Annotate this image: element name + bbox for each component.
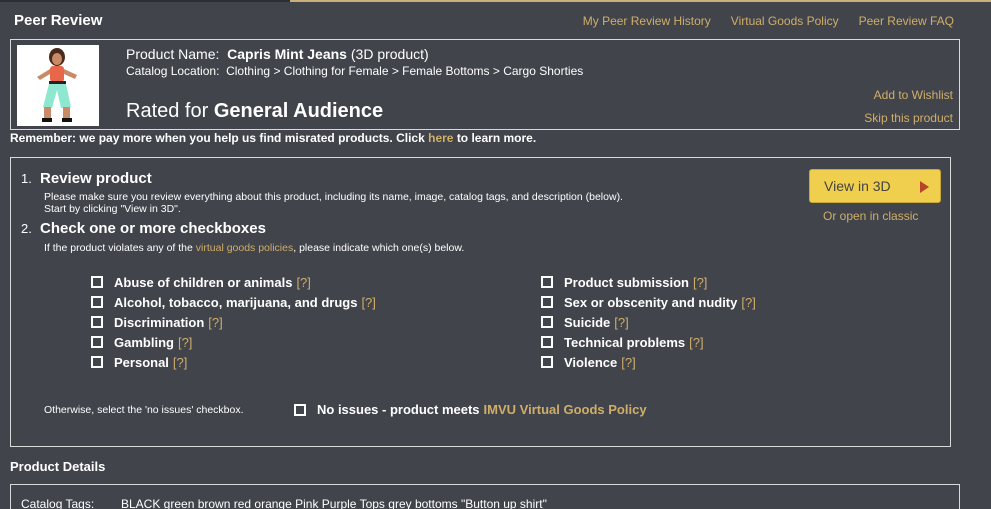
step1-desc-line2: Start by clicking "View in 3D". [44, 203, 181, 215]
sex-label: Sex or obscenity and nudity [564, 294, 738, 310]
step2-desc-before: If the product violates any of the [44, 242, 193, 254]
rated-prefix: Rated for [126, 100, 209, 122]
step1-title: Review product [40, 170, 152, 187]
catalog-tags-label: Catalog Tags: [21, 497, 95, 509]
add-to-wishlist-link[interactable]: Add to Wishlist [864, 84, 953, 107]
product-name-row: Product Name: Capris Mint Jeans (3D prod… [126, 46, 429, 62]
catalog-tags-value: BLACK green brown red orange Pink Purple… [121, 497, 547, 509]
step1-number: 1. [21, 171, 32, 186]
product-details-box: Catalog Tags: BLACK green brown red oran… [10, 484, 960, 509]
step1-description: Please make sure you review everything a… [44, 191, 764, 215]
view-in-3d-label: View in 3D [824, 178, 891, 194]
skip-product-link[interactable]: Skip this product [864, 107, 953, 130]
step2-number: 2. [21, 221, 32, 236]
alcohol-checkbox[interactable] [91, 296, 103, 308]
product-thumbnail[interactable] [17, 45, 99, 126]
catalog-location-row: Catalog Location: Clothing > Clothing fo… [126, 64, 583, 78]
personal-label: Personal [114, 354, 169, 370]
checkbox-row-technical: Technical problems [?] [541, 332, 756, 352]
abuse-label: Abuse of children or animals [114, 274, 293, 290]
checkbox-row-personal: Personal [?] [91, 352, 376, 372]
rating-value: General Audience [213, 100, 384, 122]
alcohol-help-link[interactable]: [?] [361, 295, 375, 310]
review-panel: 1. Review product Please make sure you r… [10, 157, 951, 447]
gambling-checkbox[interactable] [91, 336, 103, 348]
product-summary-box: Product Name: Capris Mint Jeans (3D prod… [10, 39, 960, 130]
peer-review-faq-link[interactable]: Peer Review FAQ [859, 14, 954, 28]
product-actions: Add to Wishlist Skip this product [864, 84, 953, 130]
checkbox-row-sex: Sex or obscenity and nudity [?] [541, 292, 756, 312]
otherwise-text: Otherwise, select the 'no issues' checkb… [44, 404, 244, 416]
technical-help-link[interactable]: [?] [689, 335, 703, 350]
product-details-title: Product Details [10, 459, 106, 474]
play-arrow-icon [920, 181, 929, 193]
suicide-help-link[interactable]: [?] [614, 315, 628, 330]
discrimination-label: Discrimination [114, 314, 205, 330]
suicide-label: Suicide [564, 314, 611, 330]
personal-help-link[interactable]: [?] [173, 355, 187, 370]
imvu-policy-link[interactable]: IMVU Virtual Goods Policy [484, 402, 647, 417]
remember-text: Remember: we pay more when you help us f… [10, 131, 425, 145]
gambling-label: Gambling [114, 334, 174, 350]
virtual-goods-policies-link[interactable]: virtual goods policies [196, 242, 293, 254]
technical-label: Technical problems [564, 334, 686, 350]
no-issues-row: No issues - product meets IMVU Virtual G… [294, 402, 647, 417]
abuse-checkbox[interactable] [91, 276, 103, 288]
sex-checkbox[interactable] [541, 296, 553, 308]
abuse-help-link[interactable]: [?] [296, 275, 310, 290]
top-accent [290, 0, 991, 2]
virtual-goods-policy-link[interactable]: Virtual Goods Policy [731, 14, 839, 28]
technical-checkbox[interactable] [541, 336, 553, 348]
remember-notice: Remember: we pay more when you help us f… [10, 131, 536, 145]
learn-more-link[interactable]: here [428, 131, 453, 145]
page-header: Peer Review My Peer Review History Virtu… [0, 8, 991, 36]
step-review-product: 1. Review product [21, 170, 152, 187]
step2-desc-after: , please indicate which one(s) below. [293, 242, 465, 254]
checkbox-row-gambling: Gambling [?] [91, 332, 376, 352]
header-links: My Peer Review History Virtual Goods Pol… [583, 14, 954, 28]
catalog-location-label: Catalog Location: [126, 64, 220, 78]
step1-desc-line1: Please make sure you review everything a… [44, 191, 623, 203]
open-in-classic-link[interactable]: Or open in classic [823, 209, 918, 223]
avatar-figure-image [17, 45, 99, 126]
checkbox-row-discrimination: Discrimination [?] [91, 312, 376, 332]
violation-checkboxes-right: Product submission [?] Sex or obscenity … [541, 272, 756, 372]
step2-description: If the product violates any of the virtu… [44, 242, 464, 254]
remember-text-after: to learn more. [456, 131, 537, 145]
submission-help-link[interactable]: [?] [693, 275, 707, 290]
no-issues-checkbox[interactable] [294, 403, 306, 416]
page-title: Peer Review [14, 12, 103, 29]
top-strip [0, 0, 991, 2]
discrimination-help-link[interactable]: [?] [208, 315, 222, 330]
alcohol-label: Alcohol, tobacco, marijuana, and drugs [114, 294, 358, 310]
checkbox-row-suicide: Suicide [?] [541, 312, 756, 332]
view-in-3d-button[interactable]: View in 3D [809, 169, 941, 203]
violence-label: Violence [564, 354, 618, 370]
suicide-checkbox[interactable] [541, 316, 553, 328]
violation-checkboxes-left: Abuse of children or animals [?] Alcohol… [91, 272, 376, 372]
step2-title: Check one or more checkboxes [40, 220, 266, 237]
no-issues-label: No issues - product meets [317, 402, 480, 417]
product-type: (3D product) [350, 46, 429, 62]
product-name-label: Product Name: [126, 46, 220, 62]
checkbox-row-violence: Violence [?] [541, 352, 756, 372]
personal-checkbox[interactable] [91, 356, 103, 368]
gambling-help-link[interactable]: [?] [178, 335, 192, 350]
checkbox-row-submission: Product submission [?] [541, 272, 756, 292]
discrimination-checkbox[interactable] [91, 316, 103, 328]
checkbox-row-abuse: Abuse of children or animals [?] [91, 272, 376, 292]
rating-row: Rated for General Audience [126, 100, 383, 123]
submission-checkbox[interactable] [541, 276, 553, 288]
sex-help-link[interactable]: [?] [741, 295, 755, 310]
catalog-location-path: Clothing > Clothing for Female > Female … [226, 64, 584, 78]
submission-label: Product submission [564, 274, 689, 290]
product-name: Capris Mint Jeans [227, 46, 347, 62]
violence-checkbox[interactable] [541, 356, 553, 368]
my-peer-review-history-link[interactable]: My Peer Review History [583, 14, 711, 28]
step-check-boxes: 2. Check one or more checkboxes [21, 220, 266, 237]
checkbox-row-alcohol: Alcohol, tobacco, marijuana, and drugs [… [91, 292, 376, 312]
violence-help-link[interactable]: [?] [621, 355, 635, 370]
